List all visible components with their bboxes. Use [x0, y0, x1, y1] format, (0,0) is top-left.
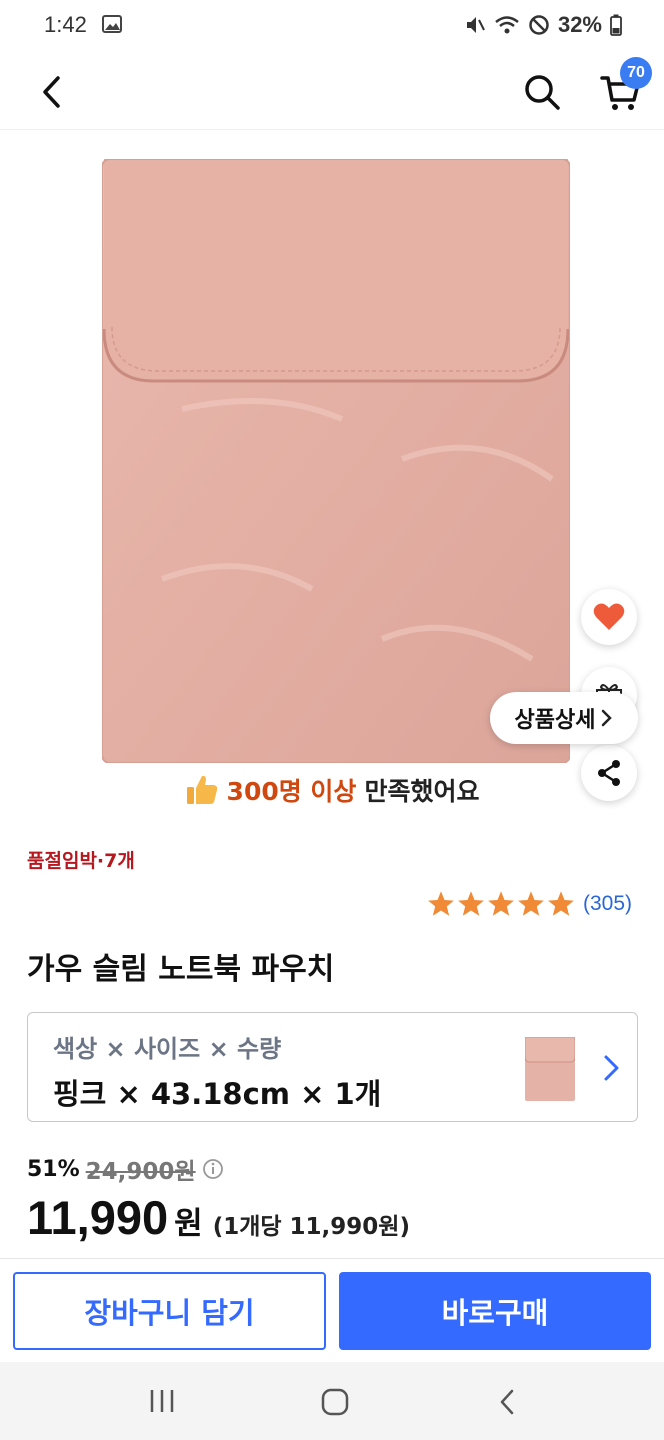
stock-alert: 품절임박·7개 [27, 850, 135, 872]
satisfaction-banner: 300명 이상 만족했어요 [0, 768, 664, 812]
original-price: 24,900원 [85, 1159, 196, 1185]
wishlist-button[interactable] [581, 589, 637, 645]
gallery-icon [102, 15, 122, 33]
home-icon[interactable] [321, 1388, 349, 1416]
satisfaction-count: 300명 이상 [226, 777, 357, 806]
cart-count-badge: 70 [620, 57, 652, 89]
status-time: 1:42 [44, 12, 87, 37]
product-detail-label: 상품상세 [514, 708, 596, 733]
option-value: 핑크 × 43.18cm × 1개 [53, 1077, 382, 1111]
status-icons: 32% [464, 12, 622, 38]
price-row: 11,990 원 (1개당 11,990원) [27, 1190, 410, 1245]
star-icon [488, 891, 514, 916]
satisfaction-text: 만족했어요 [364, 777, 480, 806]
chevron-right-icon [604, 1055, 619, 1081]
sale-price: 11,990 [27, 1191, 169, 1244]
option-thumbnail [525, 1037, 575, 1101]
app-header: 70 [0, 54, 664, 130]
product-title: 가우 슬림 노트북 파우치 [27, 952, 335, 987]
star-icon [548, 891, 574, 916]
recent-apps-icon[interactable] [148, 1388, 176, 1414]
sale-currency: 원 [174, 1206, 203, 1242]
back-button[interactable] [34, 72, 74, 112]
add-to-cart-button[interactable]: 장바구니 담기 [13, 1272, 326, 1350]
unit-price: (1개당 11,990원) [212, 1214, 410, 1240]
wifi-icon [495, 16, 519, 34]
action-bar: 장바구니 담기 바로구매 [0, 1258, 664, 1362]
product-image-area: 상품상세 [0, 131, 664, 801]
star-icon [518, 891, 544, 916]
back-arrow-icon [43, 76, 60, 108]
battery-icon [610, 14, 622, 36]
system-back-icon[interactable] [496, 1387, 520, 1417]
chevron-right-icon [602, 709, 613, 727]
system-navigation-bar [0, 1362, 664, 1440]
discount-rate: 51% [27, 1156, 80, 1182]
buy-now-button[interactable]: 바로구매 [339, 1272, 651, 1350]
product-detail-button[interactable]: 상품상세 [490, 692, 638, 744]
status-bar: 1:42 32% [0, 0, 664, 54]
star-icon [428, 891, 454, 916]
star-icon [458, 891, 484, 916]
info-icon[interactable] [202, 1158, 224, 1180]
review-count[interactable]: (305) [583, 892, 632, 916]
option-selector[interactable]: 색상 × 사이즈 × 수량 핑크 × 43.18cm × 1개 [27, 1012, 638, 1122]
product-image[interactable] [102, 159, 570, 763]
mute-icon [466, 17, 485, 33]
do-not-disturb-icon [529, 15, 549, 35]
search-button[interactable] [520, 70, 564, 114]
discount-row: 51% 24,900원 [27, 1152, 224, 1186]
search-icon [525, 75, 560, 110]
rating[interactable]: (305) [427, 890, 632, 917]
heart-icon [593, 603, 625, 630]
option-label: 색상 × 사이즈 × 수량 [53, 1035, 282, 1063]
thumbs-up-icon [186, 775, 217, 804]
battery-percentage: 32% [557, 12, 602, 37]
